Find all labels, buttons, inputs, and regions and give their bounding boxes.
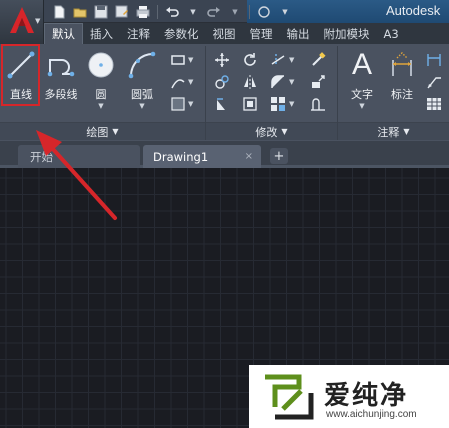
autocad-logo-icon <box>10 7 34 33</box>
modify-panel-title[interactable]: 修改 ▼ <box>206 122 337 140</box>
print-icon[interactable] <box>134 3 152 21</box>
tab-view[interactable]: 视图 <box>206 23 243 44</box>
dimension-icon <box>385 48 419 82</box>
polyline-tool-label: 多段线 <box>44 88 78 101</box>
workspace-dropdown-icon[interactable]: ▼ <box>276 3 294 21</box>
scale-icon[interactable] <box>242 96 258 112</box>
tab-start-label: 开始 <box>30 149 53 164</box>
tab-insert[interactable]: 插入 <box>83 23 120 44</box>
application-menu-button[interactable]: ▼ <box>0 0 44 44</box>
tab-drawing-label: Drawing1 <box>153 149 209 164</box>
draw-panel-title[interactable]: 绘图 ▼ <box>0 122 205 140</box>
offset-icon[interactable] <box>310 96 326 112</box>
text-icon: A <box>351 48 372 81</box>
stretch-icon[interactable] <box>214 96 230 112</box>
watermark-url: www.aichunjing.com <box>326 409 417 420</box>
watermark: 爱纯净 www.aichunjing.com <box>249 365 449 428</box>
new-tab-button[interactable]: + <box>270 148 288 164</box>
chevron-down-icon[interactable]: ▼ <box>188 100 193 108</box>
tab-default[interactable]: 默认 <box>44 23 83 44</box>
new-icon[interactable] <box>50 3 68 21</box>
chevron-down-icon[interactable]: ▼ <box>289 100 294 108</box>
tab-output[interactable]: 输出 <box>280 23 317 44</box>
window-title: Autodesk <box>386 3 441 18</box>
open-icon[interactable] <box>71 3 89 21</box>
annotation-panel-label: 注释 <box>377 125 400 139</box>
save-as-icon[interactable] <box>113 3 131 21</box>
workspace-icon[interactable] <box>255 3 273 21</box>
trim-icon[interactable] <box>270 52 286 68</box>
chevron-down-icon[interactable]: ▼ <box>139 102 144 110</box>
dimension-tool-label: 标注 <box>391 88 413 101</box>
array-icon[interactable] <box>270 96 286 112</box>
erase-icon[interactable] <box>310 52 326 68</box>
chevron-down-icon[interactable]: ▼ <box>188 56 193 64</box>
toolbar-separator <box>157 4 158 19</box>
ribbon-panel: 直线 多段线 圆 ▼ 圆弧 ▼ ▼ ▼ ▼ ▼ ▼ ▼ A 文字 ▼ 标注 绘图… <box>0 44 449 142</box>
move-icon[interactable] <box>214 52 230 68</box>
save-icon[interactable] <box>92 3 110 21</box>
circle-tool-button[interactable]: 圆 ▼ <box>84 48 118 110</box>
text-tool-label: 文字 <box>351 88 373 101</box>
text-tool-button[interactable]: A 文字 ▼ <box>344 48 380 111</box>
dimension-linear-icon[interactable] <box>426 52 442 68</box>
circle-tool-label: 圆 <box>95 88 107 101</box>
polyline-tool-button[interactable]: 多段线 <box>42 48 80 102</box>
polyline-icon <box>44 48 78 82</box>
rectangle-icon[interactable] <box>170 52 186 68</box>
leader-icon[interactable] <box>426 74 442 90</box>
fillet-icon[interactable] <box>270 74 286 90</box>
ribbon-tab-bar: 默认 插入 注释 参数化 视图 管理 输出 附加模块 A3 <box>44 23 449 44</box>
modify-panel-label: 修改 <box>255 125 278 139</box>
chevron-down-icon[interactable]: ▼ <box>289 78 294 86</box>
arc-tool-label: 圆弧 <box>131 88 153 101</box>
chevron-down-icon: ▼ <box>281 127 288 136</box>
chevron-down-icon: ▼ <box>35 17 41 25</box>
copy-icon[interactable] <box>214 74 230 90</box>
chevron-down-icon[interactable]: ▼ <box>98 102 103 110</box>
arc-tool-button[interactable]: 圆弧 ▼ <box>124 48 160 110</box>
watermark-text: 爱纯净 <box>324 381 409 411</box>
tab-start[interactable]: 开始 <box>18 145 140 168</box>
chevron-down-icon[interactable]: ▼ <box>188 78 193 86</box>
quick-access-toolbar: ▼ ▼ ▼ <box>50 2 294 21</box>
chevron-down-icon[interactable]: ▼ <box>359 102 364 110</box>
close-icon[interactable]: × <box>245 151 253 162</box>
tab-annotate[interactable]: 注释 <box>120 23 157 44</box>
explode-icon[interactable] <box>310 74 326 90</box>
tab-a360[interactable]: A3 <box>377 23 406 44</box>
table-icon[interactable] <box>426 96 442 112</box>
mirror-icon[interactable] <box>242 74 258 90</box>
draw-panel-label: 绘图 <box>86 125 109 139</box>
tab-manage[interactable]: 管理 <box>243 23 280 44</box>
toolbar-separator <box>249 4 250 19</box>
redo-dropdown-icon[interactable]: ▼ <box>226 3 244 21</box>
tab-addins[interactable]: 附加模块 <box>317 23 377 44</box>
region-icon[interactable] <box>170 96 186 112</box>
redo-icon[interactable] <box>205 3 223 21</box>
watermark-logo <box>265 374 314 420</box>
chevron-down-icon: ▼ <box>112 127 119 136</box>
chevron-down-icon[interactable]: ▼ <box>289 56 294 64</box>
tab-drawing1[interactable]: Drawing1 × <box>143 145 261 168</box>
dimension-tool-button[interactable]: 标注 <box>384 48 420 102</box>
rotate-icon[interactable] <box>242 52 258 68</box>
hatch-icon[interactable] <box>170 74 186 90</box>
annotation-panel-title[interactable]: 注释 ▼ <box>338 122 449 140</box>
document-tab-bar: 开始 Drawing1 × + <box>0 142 449 168</box>
tab-parametric[interactable]: 参数化 <box>157 23 206 44</box>
line-tool-highlight <box>1 44 40 106</box>
undo-dropdown-icon[interactable]: ▼ <box>184 3 202 21</box>
circle-icon <box>84 48 118 82</box>
undo-icon[interactable] <box>163 3 181 21</box>
chevron-down-icon: ▼ <box>403 127 410 136</box>
arc-icon <box>125 48 159 82</box>
title-bar: ▼ ▼ ▼ Autodesk <box>0 0 449 23</box>
